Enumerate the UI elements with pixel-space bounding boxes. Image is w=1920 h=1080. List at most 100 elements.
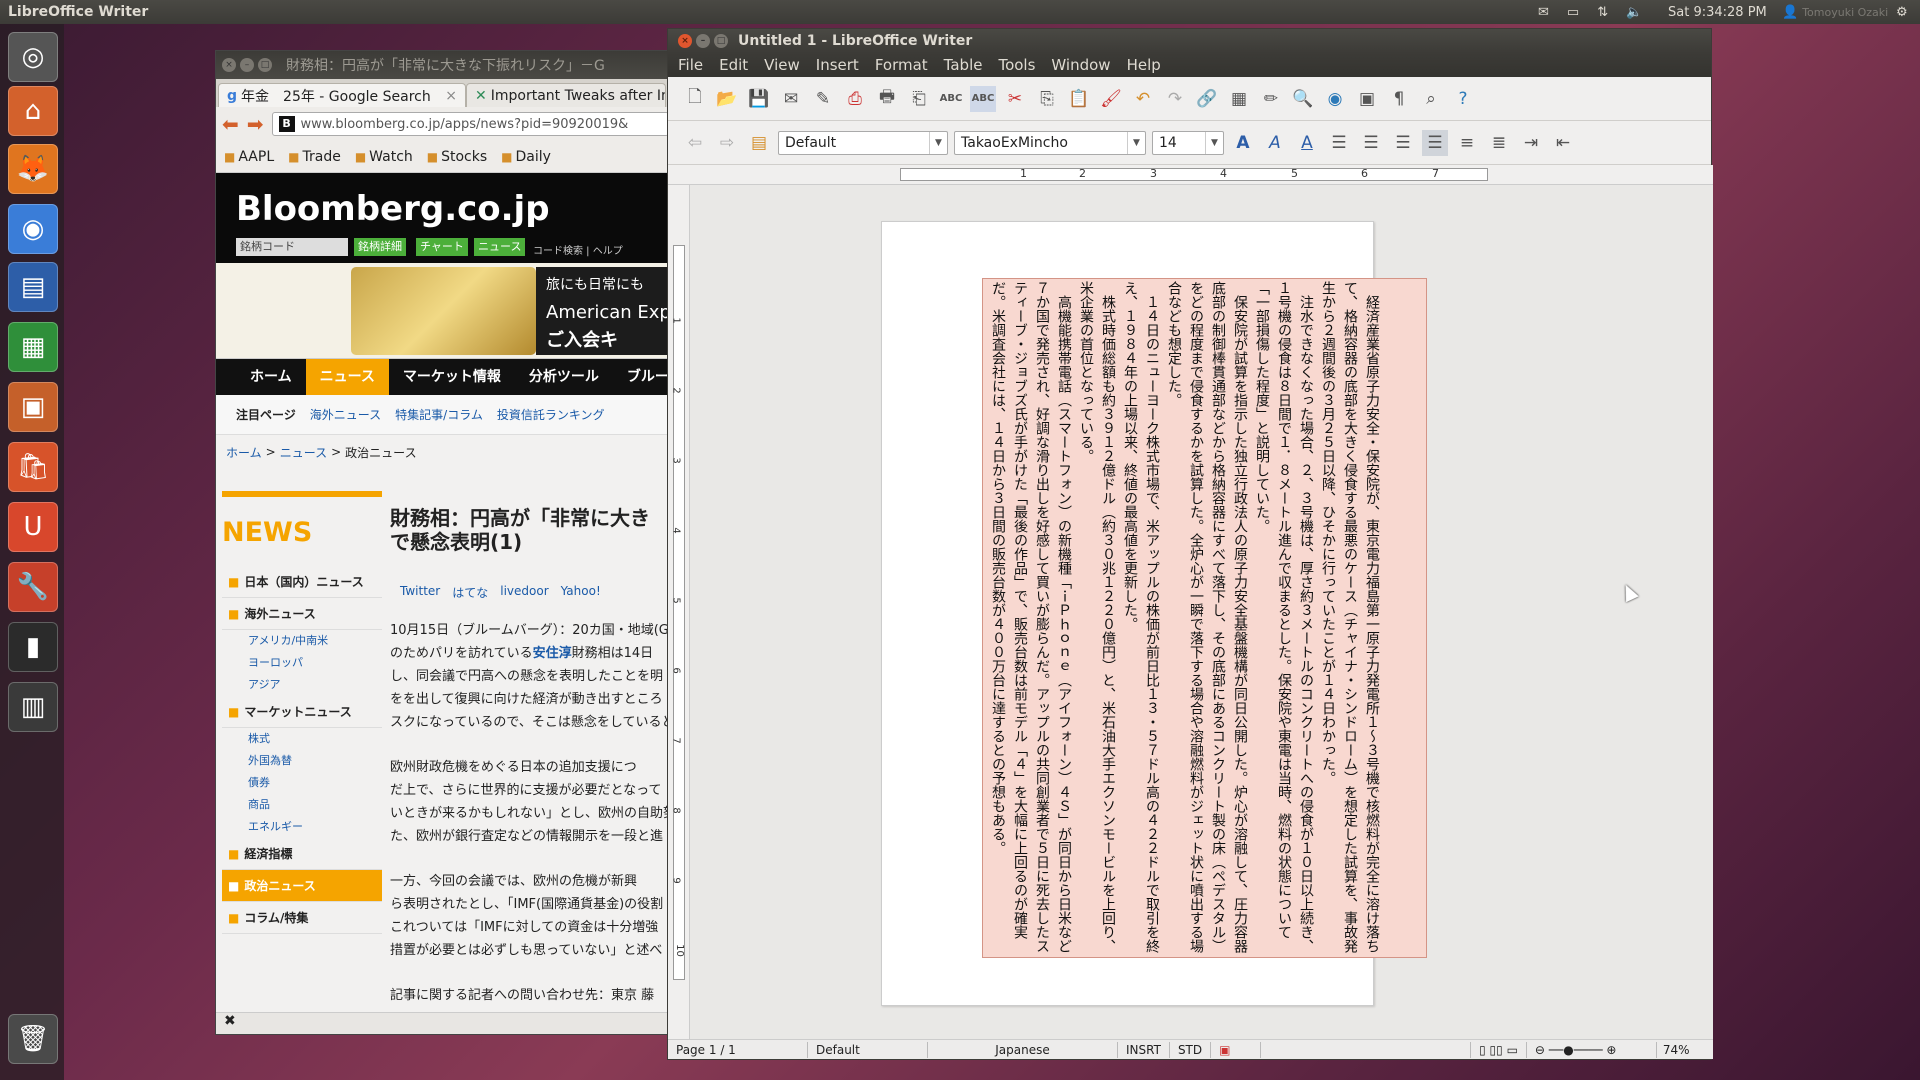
align-right-icon[interactable]: ☰ [1390, 130, 1416, 156]
zoom-level[interactable]: 74% [1657, 1043, 1690, 1057]
menu-window[interactable]: Window [1043, 56, 1118, 74]
browser-titlebar[interactable]: × – □ 財務相：円高が「非常に大きな下振れリスク」－G [216, 51, 669, 79]
italic-icon[interactable]: A [1262, 130, 1288, 156]
nav-back-icon[interactable]: ⇦ [682, 130, 708, 156]
subcategory-link[interactable]: 債券 [222, 772, 382, 794]
print-icon[interactable]: 🖶 [874, 86, 900, 112]
selection-mode[interactable]: STD [1170, 1041, 1212, 1058]
bookmark-folder[interactable]: Trade [288, 149, 340, 165]
category-market[interactable]: マーケットニュース [222, 696, 382, 728]
subcategory-link[interactable]: 株式 [222, 728, 382, 750]
breadcrumb-home[interactable]: ホーム [226, 444, 262, 461]
document-paragraph[interactable]: 経済産業省原子力安全・保安院が、東京電力福島第一原子力発電所１〜３号機で核燃料が… [1317, 281, 1383, 955]
document-page[interactable]: 経済産業省原子力安全・保安院が、東京電力福島第一原子力発電所１〜３号機で核燃料が… [881, 221, 1427, 1006]
person-link[interactable]: 安住淳 [533, 646, 572, 661]
bookmark-folder[interactable]: Daily [501, 149, 551, 165]
bold-icon[interactable]: A [1230, 130, 1256, 156]
advertisement-banner[interactable]: 旅にも日常にも American Exp ご入会キ [216, 263, 669, 359]
print-preview-icon[interactable]: ⎗ [906, 86, 932, 112]
vertical-text[interactable]: 経済産業省原子力安全・保安院が、東京電力福島第一原子力発電所１〜３号機で核燃料が… [983, 279, 1387, 957]
page-style[interactable]: Default [808, 1041, 928, 1058]
site-logo[interactable]: Bloomberg.co.jp [236, 189, 550, 229]
align-left-icon[interactable]: ☰ [1326, 130, 1352, 156]
clone-formatting-icon[interactable]: 🖌 [1098, 86, 1124, 112]
battery-icon[interactable]: ▭ [1567, 5, 1579, 20]
numbering-icon[interactable]: ≡ [1454, 130, 1480, 156]
url-field[interactable]: B www.bloomberg.co.jp/apps/news?pid=9092… [271, 112, 669, 136]
vertical-ruler[interactable]: 1 2 3 4 5 6 7 8 9 10 [668, 185, 690, 1041]
writer-icon[interactable]: ▤ [8, 262, 58, 312]
back-arrow-icon[interactable]: ⬅ [222, 112, 239, 136]
chart-button[interactable]: チャート [416, 238, 468, 256]
header-links[interactable]: コード検索 | ヘルプ [533, 242, 623, 257]
category-overseas[interactable]: 海外ニュース [222, 598, 382, 630]
insert-mode[interactable]: INSRT [1118, 1041, 1170, 1058]
network-icon[interactable]: ⇅ [1597, 5, 1608, 20]
font-name-select[interactable]: TakaoExMincho ▼ [954, 130, 1146, 155]
open-folder-icon[interactable]: 📂 [714, 86, 740, 112]
writer-titlebar[interactable]: × – □ Untitled 1 - LibreOffice Writer [668, 29, 1711, 53]
document-paragraph[interactable]: １４日のニューヨーク株式市場で、米アップルの株価が前日比１３・５７ドル高の４２２… [1119, 281, 1163, 955]
breadcrumb-news[interactable]: ニュース [280, 444, 327, 461]
paragraph-style-select[interactable]: Default ▼ [778, 130, 948, 155]
horizontal-ruler[interactable]: 1 2 3 4 5 6 7 [668, 165, 1713, 185]
firefox-icon[interactable]: 🦊 [8, 144, 58, 194]
files-icon[interactable]: ⌂ [8, 86, 58, 136]
subcategory-link[interactable]: 商品 [222, 794, 382, 816]
menu-help[interactable]: Help [1119, 56, 1169, 74]
category-domestic[interactable]: 日本（国内）ニュース [222, 566, 382, 598]
user-name[interactable]: Tomoyuki Ozaki [1802, 6, 1888, 19]
cut-icon[interactable]: ✂ [1002, 86, 1028, 112]
nav-item-tools[interactable]: 分析ツール [515, 359, 613, 395]
bookmark-folder[interactable]: Watch [355, 149, 413, 165]
software-center-icon[interactable]: 🛍 [8, 442, 58, 492]
edit-file-icon[interactable]: ✎ [810, 86, 836, 112]
yahoo-share-link[interactable]: Yahoo! [561, 584, 601, 601]
subcategory-link[interactable]: 外国為替 [222, 750, 382, 772]
zoom-icon[interactable]: ⌕ [1418, 86, 1444, 112]
justify-icon[interactable]: ☰ [1422, 129, 1448, 156]
browser-tab-google[interactable]: g 年金 25年 - Google Search × [218, 83, 466, 107]
subcategory-link[interactable]: アジア [222, 674, 382, 696]
font-size-select[interactable]: 14 ▼ [1152, 130, 1224, 155]
language-status[interactable]: Japanese [928, 1041, 1118, 1058]
document-paragraph[interactable]: 注水できなくなった場合、２、３号機は、厚さ約３メートルのコンクリートへの侵食が１… [1251, 281, 1317, 955]
bullets-icon[interactable]: ≣ [1486, 130, 1512, 156]
view-layout-icons[interactable]: ▯ ▯▯ ▭ [1471, 1041, 1527, 1058]
menu-format[interactable]: Format [867, 56, 936, 74]
livedoor-share-link[interactable]: livedoor [500, 584, 548, 601]
styles-formatting-icon[interactable]: ▤ [746, 130, 772, 156]
subcategory-link[interactable]: ヨーロッパ [222, 652, 382, 674]
terminal-icon[interactable]: ▮ [8, 622, 58, 672]
twitter-share-link[interactable]: Twitter [400, 584, 440, 601]
findbar-close-icon[interactable]: ✖ [224, 1013, 236, 1029]
nav-item-home[interactable]: ホーム [236, 359, 306, 395]
navigator-icon[interactable]: ◉ [1322, 86, 1348, 112]
system-settings-icon[interactable]: 🔧 [8, 562, 58, 612]
subnav-link[interactable]: 投資信託ランキング [497, 406, 605, 423]
menu-edit[interactable]: Edit [711, 56, 756, 74]
selected-text-area[interactable]: 経済産業省原子力安全・保安院が、東京電力福島第一原子力発電所１〜３号機で核燃料が… [982, 278, 1427, 958]
impress-icon[interactable]: ▣ [8, 382, 58, 432]
document-paragraph[interactable]: 保安院が試算を指示した独立行政法人の原子力安全基盤機構が同日公開した。炉心が溶融… [1163, 281, 1251, 955]
subnav-link[interactable]: 特集記事/コラム [395, 406, 483, 423]
formatting-marks-icon[interactable]: ¶ [1386, 86, 1412, 112]
hatena-share-link[interactable]: はてな [452, 584, 488, 601]
clock[interactable]: Sat 9:34:28 PM [1668, 5, 1767, 20]
menu-insert[interactable]: Insert [808, 56, 867, 74]
document-paragraph[interactable]: 高機能携帯電話（スマートフォン）の新機種「ｉＰｈｏｎｅ（アイフォーン）４Ｓ」が同… [987, 281, 1075, 955]
menu-table[interactable]: Table [936, 56, 991, 74]
decrease-indent-icon[interactable]: ⇤ [1550, 130, 1576, 156]
zoom-slider[interactable]: ⊖ ──●──── ⊕ [1527, 1041, 1657, 1058]
align-center-icon[interactable]: ☰ [1358, 130, 1384, 156]
writer-minimize-icon[interactable]: – [696, 34, 710, 48]
find-replace-icon[interactable]: 🔍 [1290, 86, 1316, 112]
undo-icon[interactable]: ↶ [1130, 86, 1156, 112]
dash-icon[interactable]: ◎ [8, 32, 58, 82]
redo-icon[interactable]: ↷ [1162, 86, 1188, 112]
category-indicators[interactable]: 経済指標 [222, 838, 382, 870]
browser-close-icon[interactable]: × [222, 58, 236, 72]
help-icon[interactable]: ? [1450, 86, 1476, 112]
menu-file[interactable]: File [670, 56, 711, 74]
forward-arrow-icon[interactable]: ➡ [247, 112, 264, 136]
